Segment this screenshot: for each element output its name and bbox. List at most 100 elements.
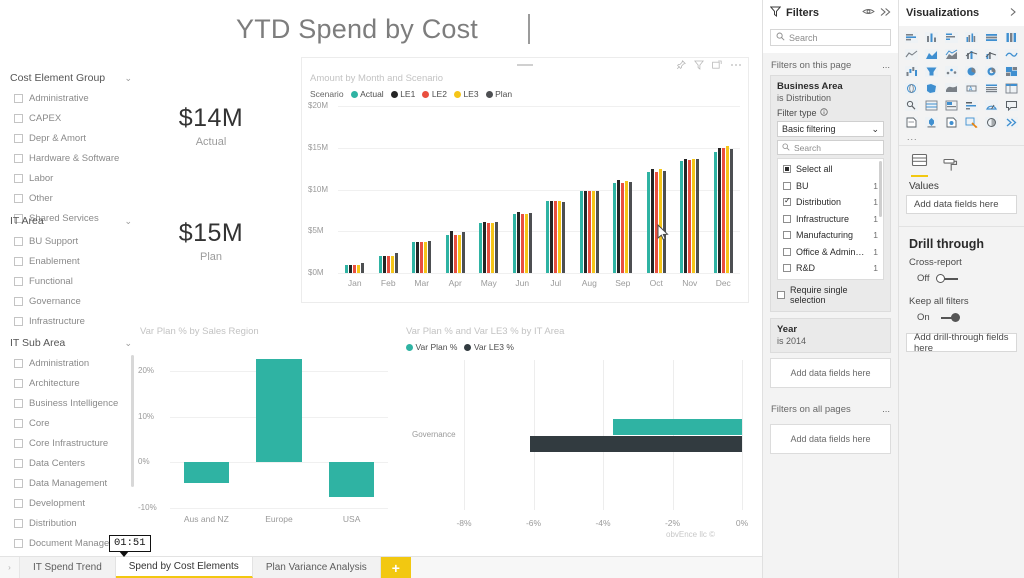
slicer-option[interactable]: Other (8, 188, 134, 208)
checkbox-icon[interactable] (783, 196, 791, 207)
bar[interactable] (357, 264, 361, 273)
bar[interactable] (416, 242, 420, 273)
bar[interactable] (420, 242, 424, 273)
chevron-down-icon[interactable]: ⌄ (124, 338, 132, 349)
bar[interactable] (512, 213, 516, 273)
bar[interactable] (378, 256, 382, 273)
paginated-report-icon[interactable] (903, 115, 921, 130)
chevron-down-icon[interactable]: ⌄ (124, 73, 132, 84)
bar[interactable] (558, 201, 562, 273)
bar[interactable] (646, 171, 650, 273)
legend-item-var-plan[interactable]: Var Plan % (406, 342, 457, 352)
checkbox-icon[interactable] (783, 181, 791, 190)
drill-through-dropzone[interactable]: Add drill-through fields here (906, 332, 1017, 354)
checkbox-icon[interactable] (14, 398, 23, 408)
slicer-option[interactable]: Labor (8, 168, 134, 188)
table-icon[interactable] (982, 81, 1000, 96)
checkbox-icon[interactable] (14, 173, 23, 183)
checkbox-icon[interactable] (14, 518, 23, 528)
cross-report-toggle[interactable] (935, 274, 960, 283)
focus-mode-icon[interactable] (712, 60, 722, 70)
checkbox-icon[interactable] (783, 247, 791, 256)
bar[interactable] (595, 191, 599, 273)
kpi-icon[interactable] (943, 98, 961, 113)
bar[interactable] (688, 160, 692, 273)
add-page-button[interactable]: + (380, 557, 411, 578)
bar[interactable] (528, 212, 532, 273)
filter-values-search[interactable]: Search (777, 140, 884, 155)
bar[interactable] (457, 235, 461, 273)
treemap-icon[interactable] (1002, 64, 1020, 79)
slicer-header[interactable]: Cost Element Group ⌄ (8, 72, 134, 88)
keep-all-filters-toggle-row[interactable]: On (899, 307, 1024, 323)
slicer-option[interactable]: BU Support (8, 231, 134, 251)
bar[interactable] (329, 462, 375, 497)
slicer-cost-element-group[interactable]: Cost Element Group ⌄ Administrative CAPE… (8, 72, 134, 228)
filter-value-select-all[interactable]: Select all (778, 161, 883, 178)
r-visual-icon[interactable] (982, 115, 1000, 130)
bar[interactable] (721, 147, 725, 273)
scatter-chart-icon[interactable] (943, 64, 961, 79)
shape-map-icon[interactable] (943, 81, 961, 96)
bar[interactable] (530, 435, 742, 452)
legend-item-le2[interactable]: LE2 (422, 89, 447, 99)
checkbox-icon[interactable] (14, 296, 23, 306)
legend-item-var-le3[interactable]: Var LE3 % (464, 342, 514, 352)
checkbox-icon[interactable] (14, 276, 23, 286)
funnel-chart-icon[interactable] (923, 64, 941, 79)
visual-var-by-it-area[interactable]: Var Plan % and Var LE3 % by IT Area Var … (400, 322, 752, 538)
chevron-down-icon[interactable]: ⌄ (871, 124, 879, 135)
slicer-option[interactable]: Distribution (8, 513, 134, 533)
slicer-option[interactable]: Functional (8, 271, 134, 291)
donut-chart-icon[interactable] (982, 64, 1000, 79)
require-single-selection-row[interactable]: Require single selection (777, 285, 884, 305)
bar[interactable] (613, 418, 742, 435)
bar[interactable] (562, 202, 566, 273)
bar[interactable] (483, 222, 487, 273)
filled-map-icon[interactable] (923, 81, 941, 96)
slicer-it-area[interactable]: IT Area ⌄ BU Support Enablement Function… (8, 215, 134, 331)
bar[interactable] (696, 159, 700, 273)
q-and-a-icon[interactable] (1002, 98, 1020, 113)
section-more-icon[interactable]: ... (882, 60, 890, 71)
filter-value-row[interactable]: BU 1 (778, 178, 883, 195)
bar[interactable] (658, 169, 662, 273)
slicer-scrollbar[interactable] (131, 355, 134, 487)
stacked-column-chart-icon[interactable] (923, 30, 941, 45)
map-icon[interactable] (903, 81, 921, 96)
bar[interactable] (361, 262, 365, 273)
line-chart-icon[interactable] (903, 47, 921, 62)
ribbon-chart-icon[interactable] (1002, 47, 1020, 62)
checkbox-icon[interactable] (14, 236, 23, 246)
checkbox-icon[interactable] (14, 193, 23, 203)
bar[interactable] (684, 159, 688, 273)
checkbox-icon[interactable] (783, 214, 791, 223)
clustered-column-chart-icon[interactable] (963, 30, 981, 45)
stacked-bar-chart-icon[interactable] (903, 30, 921, 45)
bar[interactable] (729, 148, 733, 273)
bar[interactable] (183, 462, 229, 483)
clustered-bar-chart-icon[interactable] (943, 30, 961, 45)
bar[interactable] (654, 171, 658, 273)
gauge-icon[interactable] (982, 98, 1000, 113)
bar[interactable] (516, 212, 520, 273)
checkbox-icon[interactable] (14, 256, 23, 266)
bar[interactable] (629, 182, 633, 273)
bar[interactable] (680, 161, 684, 273)
card-icon[interactable] (903, 98, 921, 113)
values-dropzone[interactable]: Add data fields here (906, 195, 1017, 214)
slicer-option[interactable]: Hardware & Software (8, 148, 134, 168)
bar[interactable] (382, 256, 386, 273)
slicer-option[interactable]: Enablement (8, 251, 134, 271)
python-visual-icon[interactable] (963, 115, 981, 130)
filter-type-select[interactable]: Basic filtering ⌄ (777, 121, 884, 137)
filters-search-box[interactable]: Search (770, 29, 891, 46)
bar[interactable] (461, 232, 465, 273)
filter-value-row[interactable]: Manufacturing 1 (778, 227, 883, 244)
matrix-icon[interactable] (1002, 81, 1020, 96)
bar[interactable] (412, 242, 416, 273)
slicer-option[interactable]: Development (8, 493, 134, 513)
slicer-icon[interactable] (963, 98, 981, 113)
bar[interactable] (717, 147, 721, 273)
line-clustered-column-icon[interactable] (982, 47, 1000, 62)
